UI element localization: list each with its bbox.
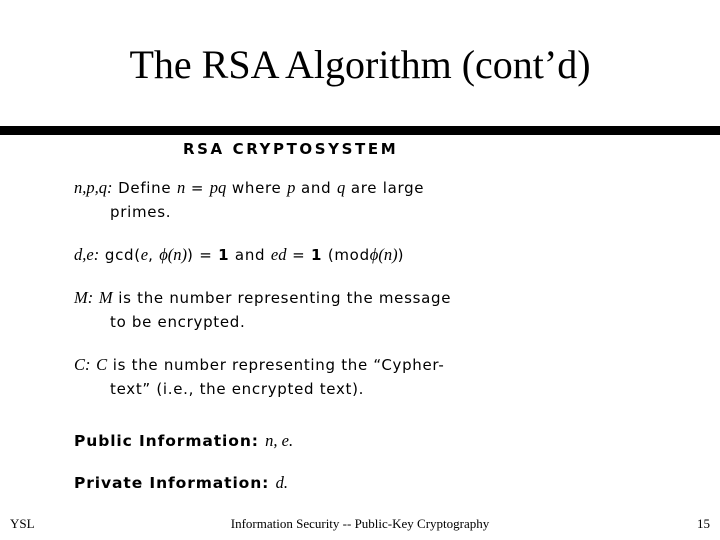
slide-footer: YSL Information Security -- Public-Key C… bbox=[0, 510, 720, 540]
entry-m-line1: is the number representing the message bbox=[118, 289, 452, 307]
entry-c-line2: text” (i.e., the encrypted text). bbox=[110, 380, 365, 398]
entry-npq-where: where bbox=[231, 179, 282, 197]
entry-de: d,e: gcd(e, ϕ(n)) = 1 and ed = 1 (modϕ(n… bbox=[70, 243, 660, 267]
entry-npq-line2: primes. bbox=[110, 203, 172, 221]
entry-de-phi-n-2: ϕ(n) bbox=[369, 245, 398, 264]
private-information-line: Private Information: d. bbox=[70, 473, 660, 493]
entry-npq-var-pq: pq bbox=[209, 178, 227, 197]
entry-de-var-ed: ed bbox=[270, 245, 287, 264]
entry-c-var: C bbox=[96, 355, 108, 374]
entry-npq-var-q: q bbox=[336, 178, 346, 197]
entry-npq: n,p,q: Define n = pq where p and q are l… bbox=[70, 176, 660, 224]
entry-m-line2: to be encrypted. bbox=[110, 313, 246, 331]
entry-de-equals-2: = bbox=[292, 246, 306, 264]
cryptosystem-heading: RSA CRYPTOSYSTEM bbox=[183, 140, 399, 158]
entry-de-mod-close: ) bbox=[397, 246, 405, 264]
entry-m-var: M bbox=[98, 288, 113, 307]
entry-c: C: C is the number representing the “Cyp… bbox=[70, 353, 660, 401]
public-information-line: Public Information: n, e. bbox=[70, 431, 660, 451]
entry-de-comma: , bbox=[148, 246, 154, 264]
entry-de-one-2: 1 bbox=[311, 246, 323, 264]
entry-npq-equals: = bbox=[190, 179, 205, 197]
entry-c-line1: is the number representing the “Cypher- bbox=[112, 356, 445, 374]
footer-course-title: Information Security -- Public-Key Crypt… bbox=[230, 516, 490, 531]
entry-de-one-1: 1 bbox=[218, 246, 230, 264]
entry-c-label: C: bbox=[74, 355, 91, 374]
entry-m-label: M: bbox=[74, 288, 94, 307]
entry-npq-and: and bbox=[301, 179, 332, 197]
public-information-label: Public Information: bbox=[74, 432, 259, 450]
entry-npq-define: Define bbox=[118, 179, 172, 197]
entry-m: M: M is the number representing the mess… bbox=[70, 286, 660, 334]
entry-npq-are-large: are large bbox=[350, 179, 425, 197]
footer-page-number: 15 bbox=[697, 516, 710, 531]
entry-de-and: and bbox=[234, 246, 266, 264]
entry-npq-label: n,p,q: bbox=[74, 178, 113, 197]
entry-de-gcd-open: gcd( bbox=[104, 246, 141, 264]
private-information-label: Private Information: bbox=[74, 474, 270, 492]
rsa-cryptosystem-block: RSA CRYPTOSYSTEM n,p,q: Define n = pq wh… bbox=[70, 140, 660, 493]
entry-de-phi-n-1: ϕ(n) bbox=[159, 245, 188, 264]
public-information-value: n, e. bbox=[265, 431, 294, 450]
entry-de-label: d,e: bbox=[74, 245, 100, 264]
entry-npq-var-p: p bbox=[287, 178, 296, 197]
title-divider-bar bbox=[0, 126, 720, 135]
entry-npq-var-n: n bbox=[176, 178, 186, 197]
entry-de-equals-1: = bbox=[199, 246, 213, 264]
entry-de-mod: mod bbox=[334, 246, 370, 264]
page-title: The RSA Algorithm (cont’d) bbox=[129, 42, 591, 87]
private-information-value: d. bbox=[275, 473, 288, 492]
entry-de-gcd-close: ) bbox=[187, 246, 194, 264]
